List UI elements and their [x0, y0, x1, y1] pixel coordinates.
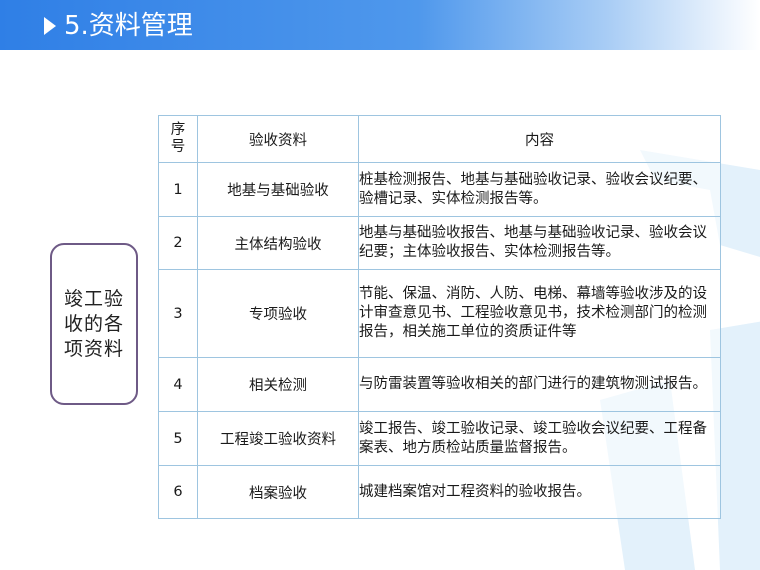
table-row: 5 工程竣工验收资料 竣工报告、竣工验收记录、竣工验收会议纪要、工程备案表、地方…	[158, 411, 721, 466]
row-content: 节能、保温、消防、人防、电梯、幕墙等验收涉及的设计审查意见书、工程验收意见书，技…	[358, 269, 721, 358]
table-row: 2 主体结构验收 地基与基础验收报告、地基与基础验收记录、验收会议纪要；主体验收…	[158, 216, 721, 270]
row-item: 工程竣工验收资料	[197, 411, 359, 466]
table-row: 6 档案验收 城建档案馆对工程资料的验收报告。	[158, 465, 721, 519]
row-item: 专项验收	[197, 269, 359, 358]
header-item: 验收资料	[197, 115, 359, 163]
side-label-text: 竣工验收的各项资料	[63, 287, 124, 360]
row-no: 3	[158, 269, 198, 358]
acceptance-table: 序号 验收资料 内容 1 地基与基础验收 桩基检测报告、地基与基础验收记录、验收…	[158, 115, 721, 519]
table-row: 4 相关检测 与防雷装置等验收相关的部门进行的建筑物测试报告。	[158, 357, 721, 412]
row-no: 4	[158, 357, 198, 412]
row-item: 档案验收	[197, 465, 359, 519]
row-no: 2	[158, 216, 198, 270]
row-content: 地基与基础验收报告、地基与基础验收记录、验收会议纪要；主体验收报告、实体检测报告…	[358, 216, 721, 270]
table-row: 1 地基与基础验收 桩基检测报告、地基与基础验收记录、验收会议纪要、验槽记录、实…	[158, 162, 721, 217]
row-item: 地基与基础验收	[197, 162, 359, 217]
table-row: 3 专项验收 节能、保温、消防、人防、电梯、幕墙等验收涉及的设计审查意见书、工程…	[158, 269, 721, 358]
play-triangle-icon	[44, 17, 56, 35]
row-content: 城建档案馆对工程资料的验收报告。	[358, 465, 721, 519]
row-content: 与防雷装置等验收相关的部门进行的建筑物测试报告。	[358, 357, 721, 412]
row-item: 相关检测	[197, 357, 359, 412]
page-title: 5.资料管理	[64, 11, 193, 41]
row-no: 5	[158, 411, 198, 466]
table-header-row: 序号 验收资料 内容	[158, 115, 721, 163]
header-content: 内容	[358, 115, 721, 163]
row-content: 竣工报告、竣工验收记录、竣工验收会议纪要、工程备案表、地方质检站质量监督报告。	[358, 411, 721, 466]
row-no: 6	[158, 465, 198, 519]
row-item: 主体结构验收	[197, 216, 359, 270]
side-label-box: 竣工验收的各项资料	[50, 243, 138, 405]
row-content: 桩基检测报告、地基与基础验收记录、验收会议纪要、验槽记录、实体检测报告等。	[358, 162, 721, 217]
header-no: 序号	[158, 115, 198, 163]
row-no: 1	[158, 162, 198, 217]
